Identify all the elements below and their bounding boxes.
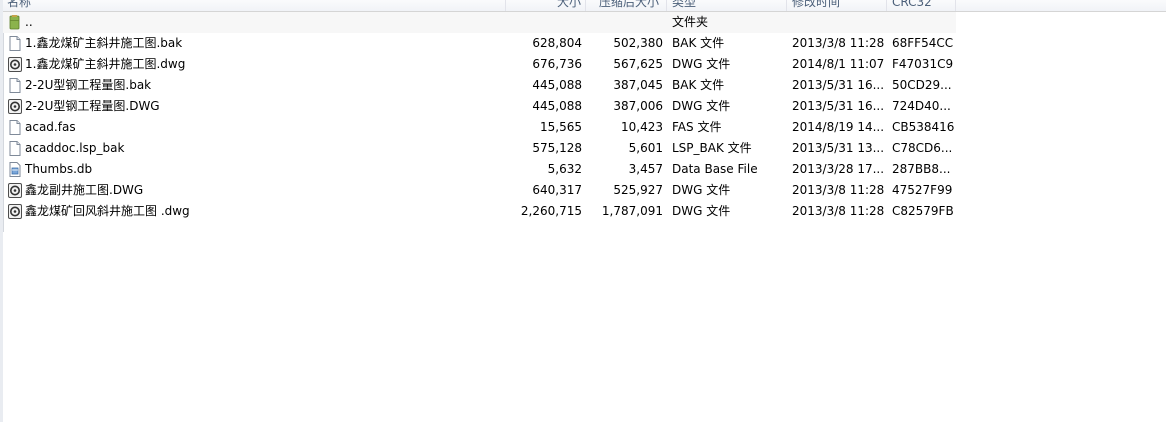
file-row[interactable]: Thumbs.db 5,632 3,457 Data Base File 2013/3/… — [3, 159, 956, 180]
file-name: 2-2U型钢工程量图.bak — [25, 78, 152, 92]
file-modified — [787, 12, 887, 33]
file-packed-size: 5,601 — [628, 141, 663, 155]
file-type: DWG 文件 — [672, 204, 731, 218]
file-size: 628,804 — [532, 36, 582, 50]
file-size: 445,088 — [532, 99, 582, 113]
file-modified: 2013/3/8 11:28 — [792, 36, 885, 50]
archive-file-list-window: 名称 大小 压缩后大小 类型 修改时间 CRC32 .. 文件夹 1.鑫龙煤矿主斜井… — [0, 0, 1166, 422]
file-type: LSP_BAK 文件 — [672, 141, 752, 155]
file-modified: 2013/3/8 11:28 — [792, 183, 885, 197]
file-packed-size: 502,380 — [613, 36, 663, 50]
file-crc32: 287BB8... — [892, 162, 951, 176]
file-type: Data Base File — [672, 162, 758, 176]
file-crc32 — [887, 12, 956, 33]
file-type: DWG 文件 — [672, 99, 731, 113]
file-crc32: 724D40... — [892, 99, 951, 113]
file-size: 5,632 — [547, 162, 582, 176]
file-crc32: 68FF54CC — [892, 36, 954, 50]
column-header-size[interactable]: 大小 — [506, 0, 586, 11]
file-row[interactable]: 鑫龙煤矿回风斜井施工图 .dwg 2,260,715 1,787,091 DWG 文件… — [3, 201, 956, 222]
file-name: .. — [25, 15, 33, 29]
column-header-packed-size[interactable]: 压缩后大小 — [586, 0, 667, 11]
parent-folder-row[interactable]: .. 文件夹 — [3, 12, 956, 33]
file-row[interactable]: acaddoc.lsp_bak 575,128 5,601 LSP_BAK 文件 201… — [3, 138, 956, 159]
file-packed-size: 567,625 — [613, 57, 663, 71]
file-modified: 2013/5/31 16... — [792, 78, 885, 92]
file-name: 1.鑫龙煤矿主斜井施工图.bak — [25, 36, 183, 50]
file-type: FAS 文件 — [672, 120, 722, 134]
file-packed-size: 10,423 — [621, 120, 663, 134]
column-header-modified[interactable]: 修改时间 — [787, 0, 887, 11]
file-modified: 2013/5/31 16... — [792, 99, 885, 113]
file-list: .. 文件夹 1.鑫龙煤矿主斜井施工图.bak 628,804 502,380 BAK 文… — [3, 12, 956, 222]
file-modified: 2014/8/19 14... — [792, 120, 885, 134]
file-type: DWG 文件 — [672, 183, 731, 197]
file-packed-size: 387,045 — [613, 78, 663, 92]
file-crc32: CB538416 — [892, 120, 955, 134]
file-modified: 2013/5/31 13... — [792, 141, 885, 155]
file-name: 1.鑫龙煤矿主斜井施工图.dwg — [25, 57, 186, 71]
column-header-name[interactable]: 名称 — [3, 0, 506, 11]
file-packed-size: 1,787,091 — [601, 204, 663, 218]
file-name: 鑫龙副井施工图.DWG — [25, 183, 144, 197]
file-type: BAK 文件 — [672, 36, 725, 50]
file-modified: 2014/8/1 11:07 — [792, 57, 885, 71]
file-row[interactable]: 鑫龙副井施工图.DWG 640,317 525,927 DWG 文件 2013/3/8 … — [3, 180, 956, 201]
file-size: 15,565 — [540, 120, 582, 134]
file-size: 676,736 — [532, 57, 582, 71]
empty-list-area — [3, 232, 506, 422]
file-packed-size — [586, 12, 667, 33]
file-row[interactable]: 1.鑫龙煤矿主斜井施工图.dwg 676,736 567,625 DWG 文件 2014… — [3, 54, 956, 75]
file-crc32: 47527F99 — [892, 183, 953, 197]
file-packed-size: 387,006 — [613, 99, 663, 113]
column-header-bar: 名称 大小 压缩后大小 类型 修改时间 CRC32 — [3, 0, 1166, 12]
file-modified: 2013/3/28 17... — [792, 162, 885, 176]
file-row[interactable]: 2-2U型钢工程量图.bak 445,088 387,045 BAK 文件 2013/5… — [3, 75, 956, 96]
column-header-crc32[interactable]: CRC32 — [887, 0, 956, 11]
file-row[interactable]: acad.fas 15,565 10,423 FAS 文件 2014/8/19 14..… — [3, 117, 956, 138]
file-name: 2-2U型钢工程量图.DWG — [25, 99, 160, 113]
file-crc32: 50CD29... — [892, 78, 952, 92]
file-size — [506, 12, 586, 33]
file-type: 文件夹 — [672, 15, 709, 29]
file-crc32: F47031C9 — [892, 57, 954, 71]
file-packed-size: 3,457 — [628, 162, 663, 176]
column-header-type[interactable]: 类型 — [667, 0, 787, 11]
file-name: Thumbs.db — [25, 162, 93, 176]
file-name: acaddoc.lsp_bak — [25, 141, 125, 155]
file-size: 575,128 — [532, 141, 582, 155]
file-size: 2,260,715 — [520, 204, 582, 218]
file-name: acad.fas — [25, 120, 76, 134]
file-type: DWG 文件 — [672, 57, 731, 71]
file-row[interactable]: 1.鑫龙煤矿主斜井施工图.bak 628,804 502,380 BAK 文件 2013… — [3, 33, 956, 54]
file-size: 640,317 — [532, 183, 582, 197]
file-name: 鑫龙煤矿回风斜井施工图 .dwg — [25, 204, 190, 218]
file-size: 445,088 — [532, 78, 582, 92]
file-row[interactable]: 2-2U型钢工程量图.DWG 445,088 387,006 DWG 文件 2013/5… — [3, 96, 956, 117]
file-type: BAK 文件 — [672, 78, 725, 92]
file-crc32: C82579FB — [892, 204, 954, 218]
empty-list-area-right — [506, 232, 1166, 422]
file-modified: 2013/3/8 11:28 — [792, 204, 885, 218]
file-packed-size: 525,927 — [613, 183, 663, 197]
file-crc32: C78CD6... — [892, 141, 953, 155]
